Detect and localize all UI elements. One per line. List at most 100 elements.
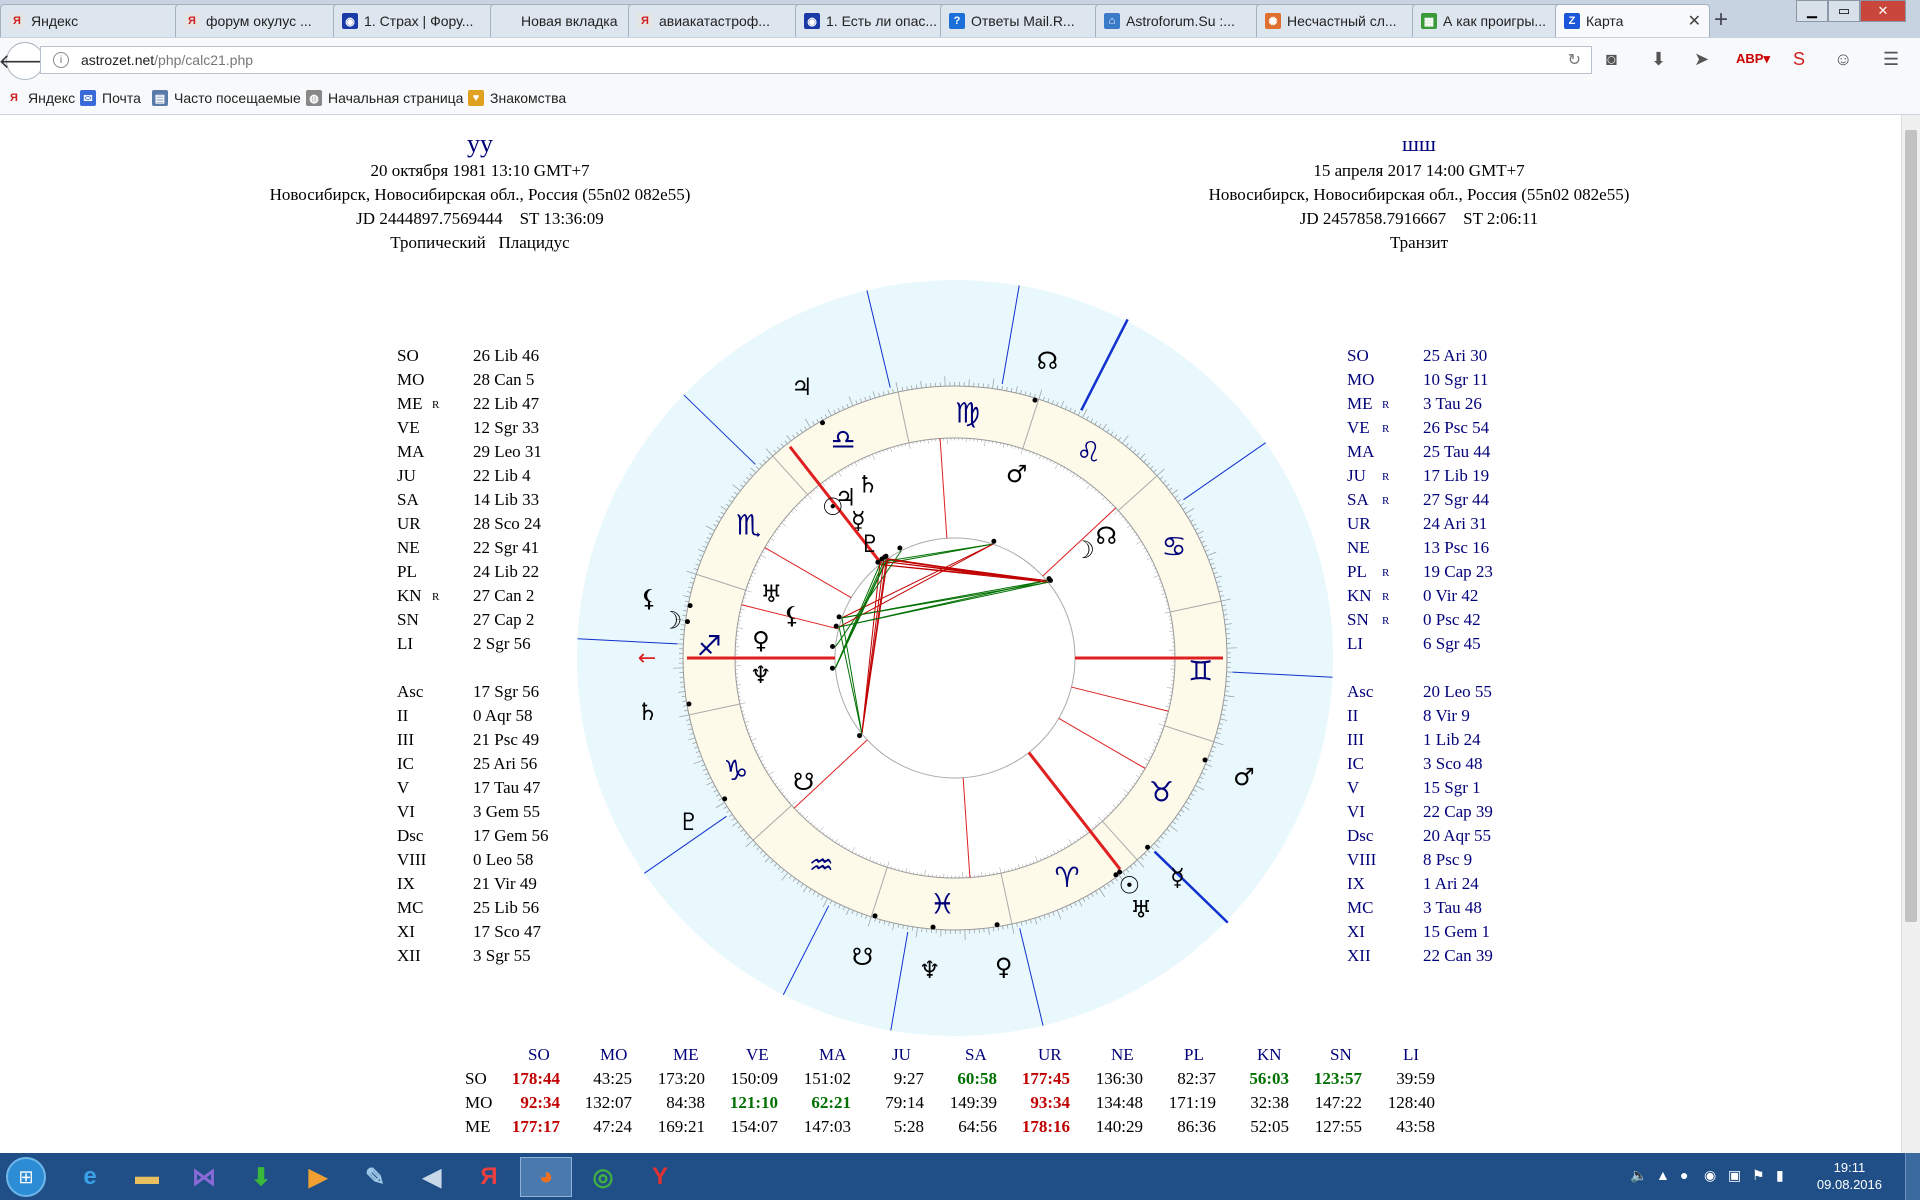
natal-planet-marker: [829, 665, 835, 671]
point-value: 8 Psc 9: [1423, 850, 1473, 869]
taskbar-app[interactable]: ▶: [292, 1157, 344, 1197]
aspect-cell: 136:30: [1095, 1069, 1143, 1088]
downloads-icon[interactable]: ⬇: [1651, 49, 1666, 70]
aspect-column-header: VE: [746, 1045, 769, 1064]
aspect-cell: 121:10: [729, 1093, 778, 1112]
tab-11[interactable]: Z Карта ✕: [1555, 4, 1710, 37]
url-bar[interactable]: i astrozet.net/php/calc21.php ↻: [40, 46, 1592, 74]
point-label: NE: [397, 538, 420, 557]
aspect-cell: 171:19: [1168, 1093, 1216, 1112]
aspect-column-header: ME: [673, 1045, 699, 1064]
addon-s-icon[interactable]: S: [1793, 49, 1805, 70]
tab-3[interactable]: ◉ 1. Страх | Фору...: [333, 4, 495, 37]
taskbar-app[interactable]: Y: [634, 1157, 686, 1197]
point-label: Asc: [397, 682, 424, 701]
forum-icon: ◉: [804, 13, 820, 29]
tray-app-icon[interactable]: ◉: [1704, 1167, 1716, 1184]
adblock-icon[interactable]: ABP▾: [1736, 51, 1770, 67]
hello-icon[interactable]: ☺: [1834, 49, 1852, 70]
point-label: II: [397, 706, 409, 725]
tab-6[interactable]: ◉ 1. Есть ли опас...: [795, 4, 945, 37]
ascendant-arrow-icon: ←: [638, 646, 656, 671]
tray-app-icon[interactable]: ●: [1680, 1167, 1688, 1183]
point-value: 26 Psc 54: [1423, 418, 1490, 437]
point-value: 17 Sco 47: [473, 922, 541, 941]
tab-label: А как проигры...: [1443, 13, 1547, 29]
info-icon[interactable]: i: [53, 52, 69, 68]
natal-pluto-icon: ♇: [859, 530, 881, 558]
taskbar-app[interactable]: e: [64, 1157, 116, 1197]
close-tab-icon[interactable]: ✕: [1688, 11, 1701, 31]
bookmark-5[interactable]: ♥ Знакомства: [468, 90, 566, 106]
point-label: Dsc: [1347, 826, 1374, 845]
explorer-icon: ▬: [135, 1163, 159, 1190]
transit-uranus-icon: ♅: [1130, 896, 1152, 924]
aspect-cell: 56:03: [1249, 1069, 1289, 1088]
vertical-scrollbar[interactable]: [1901, 115, 1920, 1153]
point-value: 2 Sgr 56: [473, 634, 531, 653]
tab-label: авиакатастроф...: [659, 13, 770, 29]
clock[interactable]: 19:11 09.08.2016: [1817, 1159, 1882, 1193]
bookmark-3[interactable]: ▤ Часто посещаемые: [152, 90, 301, 106]
transit-jd-st: JD 2457858.7916667 ST 2:06:11: [1119, 207, 1719, 231]
transit-planet-marker: [722, 796, 728, 802]
point-label: KN: [397, 586, 422, 605]
aspect-cell: 39:59: [1396, 1069, 1435, 1088]
tab-7[interactable]: ? Ответы Mail.R...: [940, 4, 1100, 37]
scrollbar-thumb[interactable]: [1905, 130, 1917, 922]
menu-icon[interactable]: ☰: [1883, 49, 1899, 70]
tab-8[interactable]: ⌂ Astroforum.Su :...: [1095, 4, 1261, 37]
point-value: 20 Aqr 55: [1423, 826, 1491, 845]
taskbar-app[interactable]: ⬇: [235, 1157, 287, 1197]
close-window-button[interactable]: ✕: [1860, 0, 1906, 22]
natal-planet-marker: [897, 545, 903, 551]
tab-2[interactable]: Яфорум окулус ...: [175, 4, 338, 37]
natal-place: Новосибирск, Новосибирская обл., Россия …: [269, 185, 691, 204]
show-desktop-button[interactable]: [1905, 1153, 1920, 1200]
aspect-row-label: MO: [465, 1093, 493, 1112]
aspect-cell: 64:56: [958, 1117, 997, 1136]
aspect-cell: 52:05: [1250, 1117, 1289, 1136]
windows-logo-icon: ⊞: [18, 1167, 34, 1187]
tab-9[interactable]: ✺ Несчастный сл...: [1256, 4, 1417, 37]
taskbar-app[interactable]: ▬: [121, 1157, 173, 1197]
tab-4[interactable]: Новая вкладка: [490, 4, 633, 37]
transit-planet-marker: [994, 922, 1000, 928]
aspect-cell: 178:16: [1021, 1117, 1070, 1136]
back-button[interactable]: 🡐: [0, 42, 52, 80]
point-value: 22 Lib 4: [473, 466, 531, 485]
aspect-column-header: KN: [1257, 1045, 1282, 1064]
bookmark-1[interactable]: Я Яндекс: [6, 90, 75, 106]
bookmark-2[interactable]: ✉ Почта: [80, 90, 141, 106]
taskbar-app[interactable]: Я: [463, 1157, 515, 1197]
blank-icon: [499, 13, 515, 29]
tab-5[interactable]: Яавиакатастроф...: [628, 4, 800, 37]
maximize-button[interactable]: ▭: [1828, 0, 1860, 22]
aspect-column-header: NE: [1111, 1045, 1134, 1064]
taskbar-app[interactable]: ◎: [577, 1157, 629, 1197]
tab-1[interactable]: Я Яндекс: [0, 4, 180, 37]
natal-saturn-icon: ♄: [857, 471, 879, 499]
flag-icon[interactable]: ⚑: [1752, 1167, 1765, 1184]
reload-icon[interactable]: ↻: [1568, 50, 1581, 70]
transit-south-node-icon: ☋: [852, 943, 873, 971]
retrograde-mark: R: [1382, 495, 1390, 507]
aspect-cell: 62:21: [811, 1093, 851, 1112]
share-icon[interactable]: ➤: [1694, 49, 1709, 70]
tab-10[interactable]: ▦ А как проигры...: [1412, 4, 1560, 37]
taskbar-app[interactable]: ◕: [520, 1157, 572, 1197]
point-label: ME: [1347, 394, 1373, 413]
taskbar-app[interactable]: ◀: [406, 1157, 458, 1197]
network-icon[interactable]: ▲: [1656, 1167, 1670, 1183]
pocket-icon[interactable]: ◙: [1606, 49, 1617, 70]
start-button[interactable]: ⊞: [6, 1157, 46, 1197]
point-value: 14 Lib 33: [473, 490, 540, 509]
minimize-button[interactable]: ▁: [1796, 0, 1828, 22]
taskbar-app[interactable]: ⋈: [178, 1157, 230, 1197]
bookmark-4[interactable]: ◍ Начальная страница: [306, 90, 463, 106]
taskbar-app[interactable]: ✎: [349, 1157, 401, 1197]
signal-icon[interactable]: ▮: [1776, 1167, 1784, 1184]
volume-icon[interactable]: 🔈: [1630, 1167, 1647, 1184]
tray-app-icon[interactable]: ▣: [1728, 1167, 1741, 1184]
new-tab-button[interactable]: +: [1714, 6, 1728, 34]
